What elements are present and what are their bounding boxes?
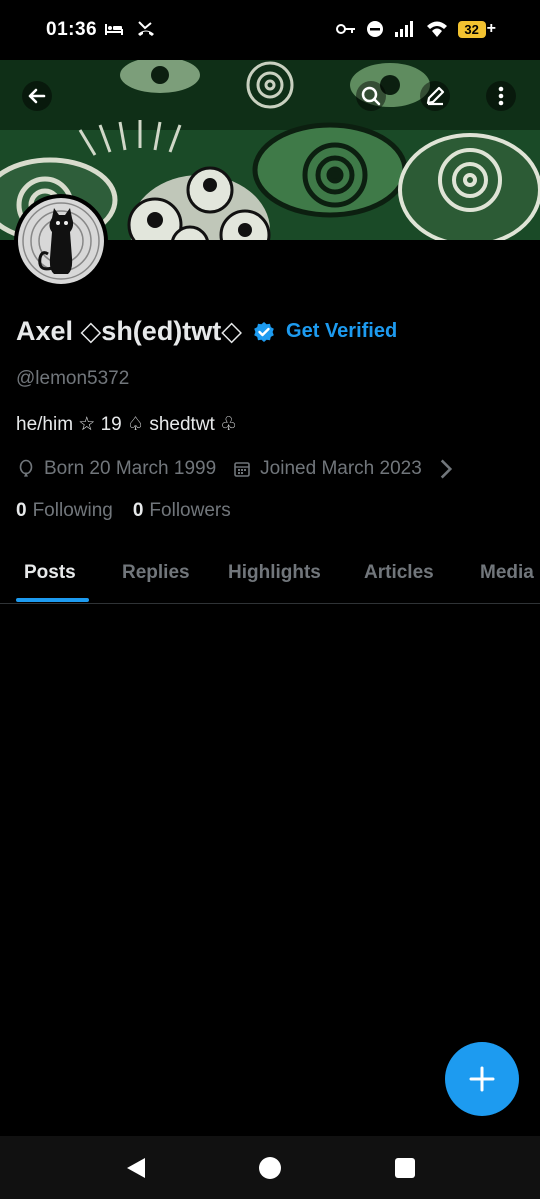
search-icon <box>356 81 386 111</box>
back-button[interactable] <box>12 70 62 122</box>
birthday-text: Born 20 March 1999 <box>44 458 217 479</box>
tab-articles[interactable]: Articles <box>364 562 434 584</box>
tab-highlights[interactable]: Highlights <box>228 562 321 584</box>
following-count: 0 <box>16 500 27 521</box>
battery-indicator: 32 + <box>457 20 496 38</box>
edit-button[interactable] <box>410 70 460 122</box>
birthday: Born 20 March 1999 <box>16 458 216 480</box>
search-button[interactable] <box>346 70 396 122</box>
charging-indicator: + <box>486 20 496 37</box>
tab-posts[interactable]: Posts <box>24 562 76 584</box>
following-link[interactable]: 0 Following <box>16 500 113 522</box>
back-triangle-icon[interactable] <box>124 1156 148 1180</box>
name-row: Axel ◇sh(ed)twt◇ Get Verified <box>16 316 397 347</box>
verified-badge-icon[interactable] <box>252 320 276 344</box>
system-nav-bar <box>0 1136 540 1199</box>
signal-icon <box>394 21 413 37</box>
follow-stats: 0 Following 0 Followers <box>16 500 251 522</box>
status-bar: 01:36 32 + <box>0 0 540 60</box>
get-verified-link[interactable]: Get Verified <box>286 320 397 343</box>
status-time: 01:36 <box>46 19 98 40</box>
profile-meta: Born 20 March 1999 Joined March 2023 <box>16 458 464 480</box>
joined[interactable]: Joined March 2023 <box>232 458 464 480</box>
compose-post-button[interactable] <box>445 1042 519 1116</box>
battery-level: 32 <box>457 20 486 38</box>
tab-media[interactable]: Media <box>480 562 534 584</box>
arrow-left-icon <box>22 81 52 111</box>
followers-link[interactable]: 0 Followers <box>133 500 231 522</box>
tab-replies[interactable]: Replies <box>122 562 190 584</box>
wifi-icon <box>426 21 447 37</box>
chevron-right-icon <box>440 459 452 479</box>
missed-call-icon <box>138 21 154 36</box>
recents-square-icon[interactable] <box>393 1156 417 1180</box>
more-vertical-icon <box>486 81 516 111</box>
avatar[interactable] <box>14 194 108 288</box>
avatar-image <box>18 198 104 284</box>
active-tab-indicator <box>16 598 89 602</box>
home-circle-icon[interactable] <box>258 1156 282 1180</box>
followers-label: Followers <box>149 500 231 521</box>
calendar-icon <box>234 462 250 477</box>
balloon-icon <box>19 459 33 477</box>
more-button[interactable] <box>476 70 526 122</box>
joined-text: Joined March 2023 <box>260 458 422 479</box>
edit-pencil-icon <box>420 81 450 111</box>
bio: he/him ☆ 19 ♤ shedtwt ♧ <box>16 414 238 435</box>
followers-count: 0 <box>132 500 144 521</box>
bed-icon <box>105 24 123 35</box>
do-not-disturb-icon <box>366 21 383 37</box>
profile-tabs: Posts Replies Highlights Articles Media <box>0 546 540 604</box>
vpn-key-icon <box>335 24 355 34</box>
display-name: Axel ◇sh(ed)twt◇ <box>16 316 243 346</box>
plus-icon <box>469 1066 495 1092</box>
user-handle: @lemon5372 <box>16 368 130 389</box>
following-label: Following <box>32 500 113 521</box>
